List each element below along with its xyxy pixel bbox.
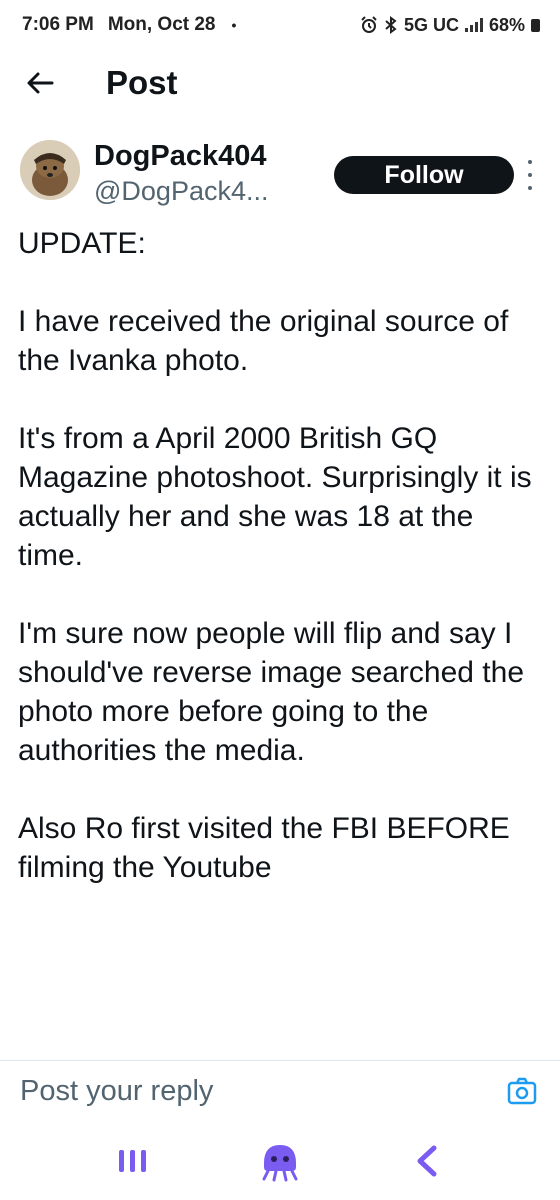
author-display-name[interactable]: DogPack404	[94, 140, 267, 173]
post: DogPack404 @DogPack4... Follow UPDATE: I…	[0, 116, 560, 1060]
back-button[interactable]	[0, 50, 80, 116]
author-handle[interactable]: @DogPack4...	[94, 176, 269, 207]
recents-icon	[119, 1150, 147, 1172]
status-date: Mon, Oct 28	[107, 14, 216, 35]
network-label: 5G UC	[403, 14, 459, 35]
battery-icon	[531, 18, 540, 32]
post-author: DogPack404 @DogPack4... Follow	[20, 130, 540, 220]
back-chevron-icon	[417, 1145, 437, 1177]
page-title: Post	[106, 64, 178, 101]
camera-button[interactable]	[492, 1077, 552, 1105]
more-options-icon[interactable]	[522, 160, 538, 190]
battery-level: 68%	[488, 14, 525, 35]
post-text: UPDATE: I have received the original sou…	[18, 227, 532, 884]
bluetooth-icon	[385, 16, 397, 34]
avatar[interactable]	[20, 140, 80, 200]
system-back-button[interactable]	[387, 1131, 467, 1191]
notification-dot: •	[231, 17, 237, 33]
camera-icon	[507, 1077, 537, 1105]
reply-bar: Post your reply	[0, 1061, 560, 1121]
avatar-image	[20, 140, 80, 200]
status-left: 7:06 PM Mon, Oct 28 •	[22, 14, 236, 36]
recents-button[interactable]	[93, 1131, 173, 1191]
header: Post	[0, 50, 560, 116]
reply-input[interactable]: Post your reply	[20, 1075, 492, 1108]
system-nav-bar	[0, 1122, 560, 1200]
home-button[interactable]	[240, 1131, 320, 1191]
status-time: 7:06 PM	[22, 14, 94, 35]
assistant-icon	[262, 1145, 298, 1182]
signal-icon	[464, 18, 483, 32]
status-right: 5G UC 68%	[360, 15, 540, 36]
arrow-left-icon	[27, 72, 54, 94]
follow-button[interactable]: Follow	[334, 156, 514, 194]
alarm-icon	[361, 16, 377, 33]
status-bar: 7:06 PM Mon, Oct 28 • 5G UC 68%	[0, 0, 560, 50]
